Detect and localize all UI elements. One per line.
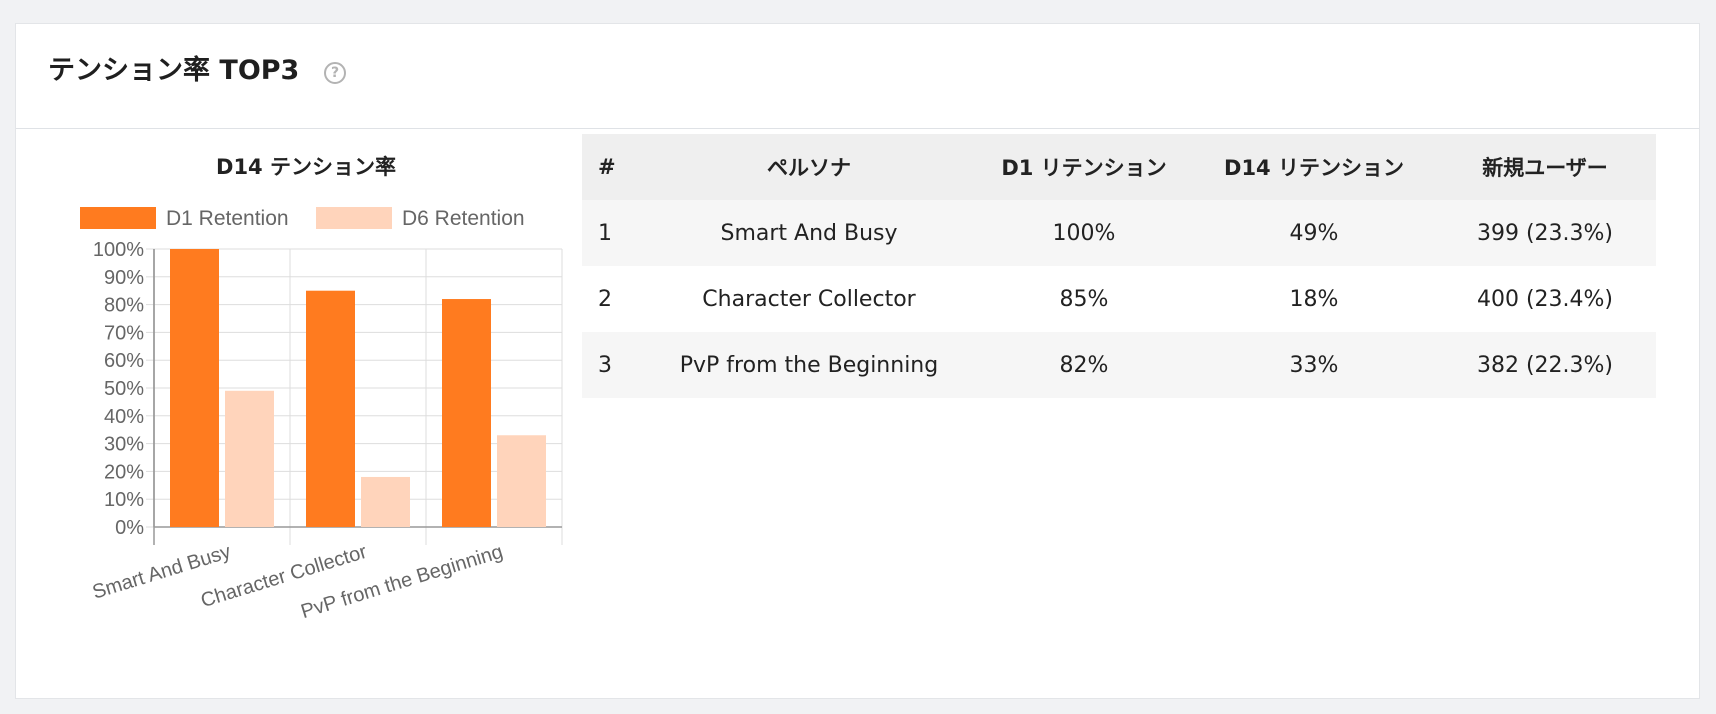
chart-title: D14 テンション率 xyxy=(216,155,396,179)
y-tick-label: 90% xyxy=(104,267,144,289)
col-header-new-users: 新規ユーザー xyxy=(1434,134,1656,200)
table-row: 1 Smart And Busy 100% 49% 399 (23.3%) xyxy=(582,200,1656,266)
cell-d1: 82% xyxy=(974,332,1194,398)
legend-swatch xyxy=(316,207,392,229)
y-tick-label: 40% xyxy=(104,406,144,428)
y-tick-label: 0% xyxy=(115,517,144,539)
cell-index: 2 xyxy=(582,266,644,332)
cell-d1: 100% xyxy=(974,200,1194,266)
cell-new-users: 399 (23.3%) xyxy=(1434,200,1656,266)
y-tick-label: 60% xyxy=(104,350,144,372)
y-tick-label: 50% xyxy=(104,378,144,400)
table-header-row: # ペルソナ D1 リテンション D14 リテンション 新規ユーザー xyxy=(582,134,1656,200)
cell-index: 3 xyxy=(582,332,644,398)
legend-swatch xyxy=(80,207,156,229)
cell-d14: 49% xyxy=(1194,200,1434,266)
y-tick-label: 80% xyxy=(104,295,144,317)
table-row: 2 Character Collector 85% 18% 400 (23.4%… xyxy=(582,266,1656,332)
bar xyxy=(361,476,410,527)
chart-svg: D14 テンション率 D1 Retention D6 Retention 100% 90… xyxy=(80,155,563,623)
bar xyxy=(306,290,355,527)
cell-persona: PvP from the Beginning xyxy=(644,332,974,398)
y-tick-label: 100% xyxy=(93,239,144,261)
y-tick-label: 20% xyxy=(104,461,144,483)
cell-new-users: 400 (23.4%) xyxy=(1434,266,1656,332)
retention-bar-chart: D14 テンション率 D1 Retention D6 Retention 100% 90… xyxy=(40,130,580,640)
cell-d14: 33% xyxy=(1194,332,1434,398)
card-header: テンション率 TOP3 ? xyxy=(16,24,1699,129)
card-title: テンション率 TOP3 xyxy=(48,55,300,86)
question-circle-icon[interactable]: ? xyxy=(324,62,346,84)
col-header-d14: D14 リテンション xyxy=(1194,134,1434,200)
legend-label: D1 Retention xyxy=(166,207,289,230)
y-tick-label: 70% xyxy=(104,322,144,344)
y-tick-label: 10% xyxy=(104,489,144,511)
y-tick-label: 30% xyxy=(104,434,144,456)
col-header-index: # xyxy=(582,134,644,200)
col-header-persona: ペルソナ xyxy=(644,134,974,200)
persona-table: # ペルソナ D1 リテンション D14 リテンション 新規ユーザー 1 Sma… xyxy=(582,134,1656,398)
cell-new-users: 382 (22.3%) xyxy=(1434,332,1656,398)
cell-index: 1 xyxy=(582,200,644,266)
cell-persona: Smart And Busy xyxy=(644,200,974,266)
bar xyxy=(442,299,491,527)
table-row: 3 PvP from the Beginning 82% 33% 382 (22… xyxy=(582,332,1656,398)
bar xyxy=(225,390,274,527)
bar xyxy=(497,435,546,527)
bar xyxy=(170,249,219,527)
col-header-d1: D1 リテンション xyxy=(974,134,1194,200)
cell-d1: 85% xyxy=(974,266,1194,332)
legend-label: D6 Retention xyxy=(402,207,525,230)
cell-persona: Character Collector xyxy=(644,266,974,332)
cell-d14: 18% xyxy=(1194,266,1434,332)
